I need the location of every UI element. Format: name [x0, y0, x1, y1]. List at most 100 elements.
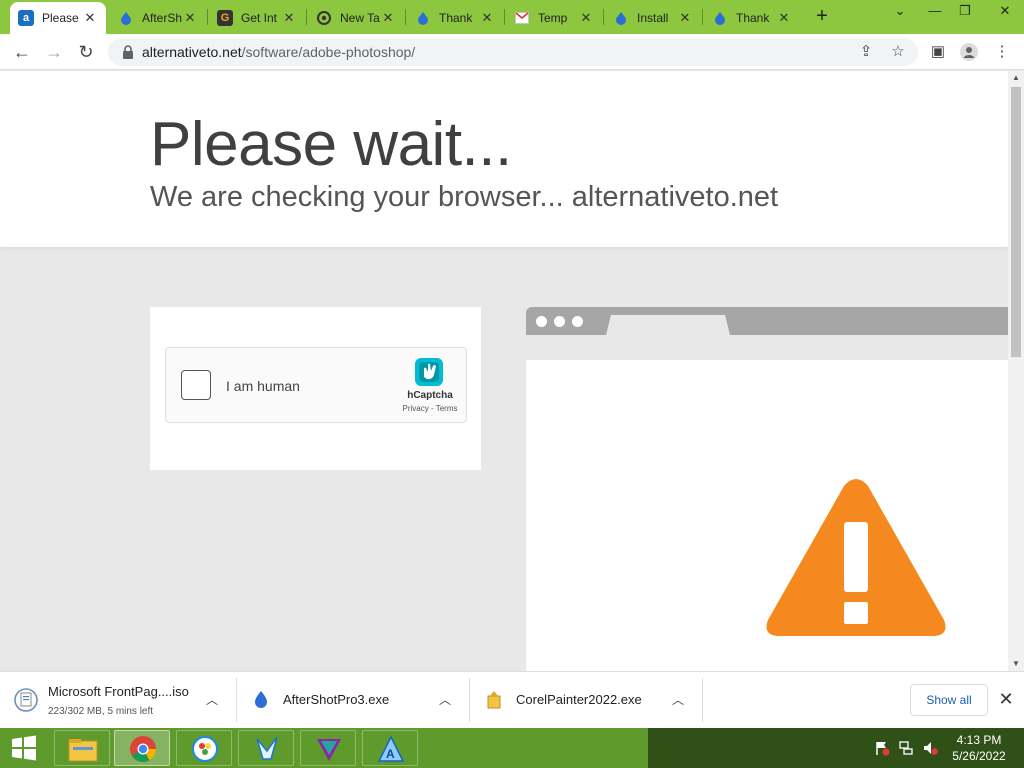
hcaptcha-logo-icon: [415, 358, 443, 386]
download-divider: [469, 678, 470, 722]
share-icon[interactable]: ⇪: [856, 42, 876, 62]
illustration-body: [526, 360, 1008, 671]
tab-install[interactable]: Install ✕: [605, 2, 701, 34]
chevron-up-icon[interactable]: ︿: [204, 692, 220, 708]
profile-avatar-icon[interactable]: [959, 42, 979, 62]
g-icon: G: [217, 10, 233, 26]
tab-title: Install: [637, 11, 669, 25]
paintshop-icon[interactable]: [176, 730, 232, 766]
download-divider: [702, 678, 703, 722]
download-filename: Microsoft FrontPag....iso: [48, 684, 189, 699]
reload-button[interactable]: ↻: [74, 40, 98, 64]
close-tab-icon[interactable]: ✕: [578, 10, 594, 26]
new-tab-button[interactable]: +: [811, 4, 833, 28]
bookmark-star-icon[interactable]: ☆: [888, 42, 908, 62]
gmail-icon: [514, 10, 530, 26]
illustration-dot: [554, 316, 565, 327]
hcaptcha-widget[interactable]: I am human hCaptcha Privacy - Terms: [165, 347, 467, 423]
tab-title: AfterSh: [142, 11, 182, 25]
droplet-icon: [415, 10, 431, 26]
page-content: Please wait... We are checking your brow…: [0, 71, 1008, 671]
close-tab-icon[interactable]: ✕: [677, 10, 693, 26]
alternativeto-icon: a: [18, 10, 34, 26]
close-tab-icon[interactable]: ✕: [82, 10, 98, 26]
side-panel-icon[interactable]: ▣: [928, 42, 948, 62]
close-download-bar-icon[interactable]: ✕: [996, 688, 1016, 710]
tab-separator: [504, 9, 505, 25]
human-checkbox[interactable]: [181, 370, 211, 400]
download-filename: AfterShotPro3.exe: [283, 692, 390, 707]
tab-thank-you-1[interactable]: Thank ✕: [407, 2, 503, 34]
tab-aftershot[interactable]: AfterSh ✕: [110, 2, 206, 34]
tab-title: Temp: [538, 11, 568, 25]
download-item[interactable]: Microsoft FrontPag....iso 223/302 MB, 5 …: [14, 678, 224, 722]
show-all-button[interactable]: Show all: [910, 684, 988, 716]
file-explorer-icon[interactable]: [54, 730, 110, 766]
browser-toolbar: ← → ↻ alternativeto.net/software/adobe-p…: [0, 34, 1024, 70]
close-tab-icon[interactable]: ✕: [182, 10, 198, 26]
back-button[interactable]: ←: [10, 40, 34, 64]
tab-separator: [405, 9, 406, 25]
url-text[interactable]: alternativeto.net/software/adobe-photosh…: [142, 44, 415, 60]
network-icon[interactable]: [898, 740, 914, 756]
url-path: /software/adobe-photoshop/: [241, 44, 416, 60]
hcaptcha-links[interactable]: Privacy - Terms: [392, 404, 468, 413]
scroll-down-arrow-icon[interactable]: ▼: [1008, 657, 1024, 671]
chrome-taskbar-icon[interactable]: [114, 730, 170, 766]
droplet-icon: [118, 10, 134, 26]
chevron-up-icon[interactable]: ︿: [670, 692, 686, 708]
volume-muted-icon[interactable]: [922, 740, 938, 756]
hero-banner: Please wait... We are checking your brow…: [0, 71, 1008, 247]
tab-get-into[interactable]: G Get Int ✕: [209, 2, 305, 34]
illustration-titlebar: [526, 307, 1008, 335]
tab-search-icon[interactable]: ⌄: [885, 0, 915, 24]
download-filename: CorelPainter2022.exe: [516, 692, 642, 707]
download-divider: [236, 678, 237, 722]
close-window-icon[interactable]: ✕: [990, 0, 1020, 24]
painter-icon[interactable]: [300, 730, 356, 766]
lock-icon[interactable]: [120, 44, 136, 60]
hcaptcha-brand: hCaptcha: [407, 390, 453, 401]
close-tab-icon[interactable]: ✕: [479, 10, 495, 26]
svg-text:A: A: [386, 747, 395, 761]
restore-icon[interactable]: ❐: [950, 0, 980, 24]
address-bar[interactable]: alternativeto.net/software/adobe-photosh…: [108, 38, 918, 66]
warning-icon: [766, 479, 946, 636]
windows-start-icon[interactable]: [4, 732, 44, 764]
illustration-bar: [526, 335, 1008, 360]
installer-icon: [487, 691, 501, 709]
app-a-icon[interactable]: A: [362, 730, 418, 766]
tab-strip: a Please ✕ AfterSh ✕ G Get Int ✕ New Ta …: [0, 0, 1024, 34]
tab-temp-mail[interactable]: Temp ✕: [506, 2, 602, 34]
forward-button[interactable]: →: [42, 40, 66, 64]
download-item[interactable]: AfterShotPro3.exe ︿: [249, 678, 459, 722]
system-clock[interactable]: 4:13 PM 5/26/2022: [938, 732, 1020, 764]
windows-taskbar: A 4:13 PM 5/26/2022: [0, 728, 1024, 768]
close-tab-icon[interactable]: ✕: [281, 10, 297, 26]
illustration-dot: [536, 316, 547, 327]
minimize-icon[interactable]: —: [920, 0, 950, 24]
tab-separator: [702, 9, 703, 25]
scroll-up-arrow-icon[interactable]: ▲: [1008, 71, 1024, 85]
clock-time: 4:13 PM: [956, 733, 1002, 747]
url-host: alternativeto.net: [142, 44, 242, 60]
tab-title: New Ta: [340, 11, 380, 25]
tab-title: Thank: [439, 11, 473, 25]
aftershot-icon[interactable]: [238, 730, 294, 766]
tab-please-wait[interactable]: a Please ✕: [10, 2, 106, 34]
droplet-icon: [255, 691, 267, 708]
menu-kebab-icon[interactable]: ⋮: [992, 42, 1012, 62]
chevron-up-icon[interactable]: ︿: [437, 692, 453, 708]
close-tab-icon[interactable]: ✕: [380, 10, 396, 26]
chrome-icon: [316, 10, 332, 26]
page-scrollbar[interactable]: ▲ ▼: [1008, 71, 1024, 671]
download-bar: Microsoft FrontPag....iso 223/302 MB, 5 …: [0, 671, 1024, 728]
close-tab-icon[interactable]: ✕: [776, 10, 792, 26]
tab-new-tab[interactable]: New Ta ✕: [308, 2, 404, 34]
illustration-tab: [606, 315, 730, 335]
action-center-flag-icon[interactable]: [874, 740, 890, 756]
disc-image-icon: [14, 688, 38, 712]
scrollbar-thumb[interactable]: [1011, 87, 1021, 357]
tab-thank-you-2[interactable]: Thank ✕: [704, 2, 800, 34]
download-item[interactable]: CorelPainter2022.exe ︿: [482, 678, 692, 722]
